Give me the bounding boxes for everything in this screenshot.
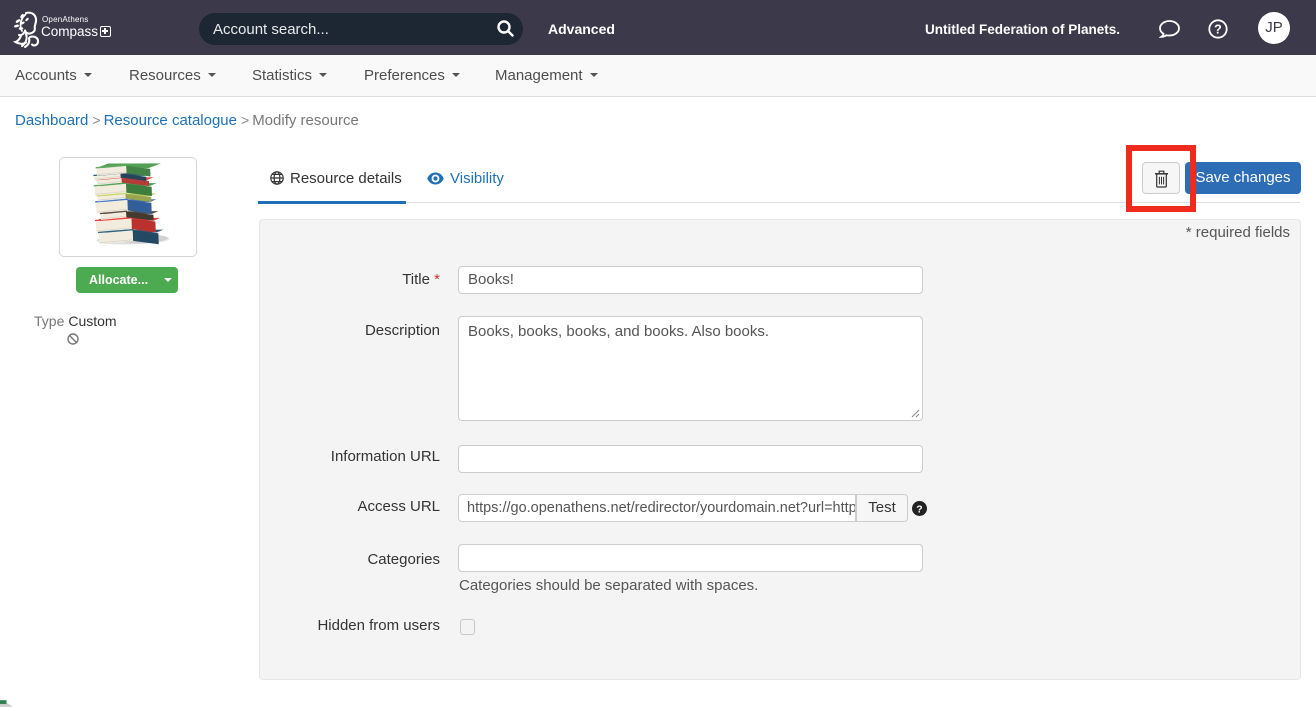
svg-text:?: ? (916, 503, 922, 515)
svg-text:?: ? (1214, 22, 1222, 36)
